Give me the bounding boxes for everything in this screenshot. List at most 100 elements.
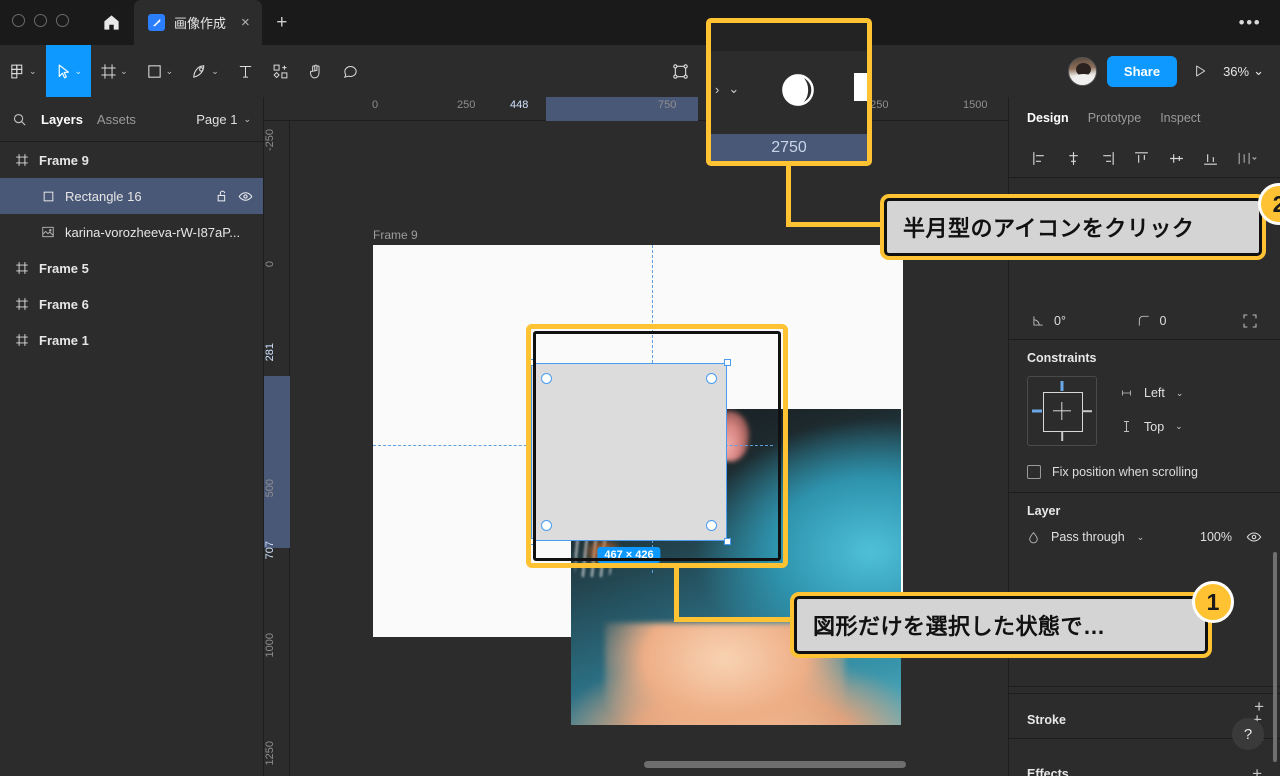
right-panel-scrollbar[interactable] xyxy=(1273,552,1277,762)
share-button[interactable]: Share xyxy=(1106,55,1178,87)
corner-radius-handle-top-right[interactable] xyxy=(706,373,717,384)
tab-inspect[interactable]: Inspect xyxy=(1160,111,1200,125)
home-icon xyxy=(102,13,121,32)
zoom-control[interactable]: 36% ⌄ xyxy=(1223,63,1266,79)
text-icon xyxy=(237,63,254,80)
align-horizontal-center-icon[interactable] xyxy=(1065,150,1082,167)
corner-radius-field[interactable]: 0 xyxy=(1137,314,1243,328)
image-icon xyxy=(38,225,58,239)
resize-handle-top-left[interactable] xyxy=(527,359,534,366)
effects-section-header[interactable]: Effects + xyxy=(1009,751,1280,776)
blend-mode-row[interactable]: Pass through ⌄ 100% xyxy=(1027,529,1262,545)
resize-handle-bottom-right[interactable] xyxy=(724,538,731,545)
layer-row-rectangle-16[interactable]: Rectangle 16 xyxy=(0,178,263,214)
text-tool[interactable] xyxy=(228,45,263,97)
home-button[interactable] xyxy=(88,0,134,45)
comment-icon xyxy=(342,63,359,80)
vertical-ruler[interactable]: -250 0 281 500 707 1000 1250 xyxy=(264,121,290,776)
chevron-down-icon[interactable]: ⌄ xyxy=(29,66,37,77)
eye-icon[interactable] xyxy=(238,189,253,204)
ruler-tick: 1500 xyxy=(963,99,988,111)
titlebar-more-menu[interactable]: ••• xyxy=(1228,0,1272,45)
hand-icon xyxy=(307,63,324,80)
frame-label[interactable]: Frame 9 xyxy=(373,228,418,242)
shape-tool[interactable]: ⌄ xyxy=(137,45,183,97)
comment-tool[interactable] xyxy=(333,45,368,97)
fix-position-checkbox[interactable] xyxy=(1027,465,1041,479)
rectangle-icon xyxy=(38,190,58,203)
distribute-icon[interactable] xyxy=(1236,150,1258,167)
constraint-arm-top[interactable] xyxy=(1060,381,1064,391)
present-button[interactable] xyxy=(1187,63,1213,79)
close-icon[interactable]: × xyxy=(241,15,250,30)
add-effect-button[interactable]: + xyxy=(1252,765,1262,776)
page-selector[interactable]: Page 1 ⌄ xyxy=(196,112,251,127)
vertical-constraint-dropdown[interactable]: Top ⌄ xyxy=(1119,419,1183,434)
left-panel-header: Layers Assets Page 1 ⌄ xyxy=(0,97,263,141)
half-moon-mask-icon[interactable] xyxy=(779,71,817,109)
window-minimize-icon[interactable] xyxy=(34,14,47,27)
new-tab-button[interactable]: + xyxy=(262,0,302,45)
constraint-picker[interactable] xyxy=(1027,376,1097,446)
tab-layers[interactable]: Layers xyxy=(41,112,83,127)
resources-tool[interactable] xyxy=(263,45,298,97)
corner-radius-handle-bottom-right[interactable] xyxy=(706,520,717,531)
align-right-icon[interactable] xyxy=(1099,150,1116,167)
layer-row-frame-6[interactable]: Frame 6 xyxy=(0,286,263,322)
align-bottom-icon[interactable] xyxy=(1202,150,1219,167)
help-button[interactable]: ? xyxy=(1232,718,1264,750)
corner-radius-handle-bottom-left[interactable] xyxy=(541,520,552,531)
align-left-icon[interactable] xyxy=(1031,150,1048,167)
layer-row-image[interactable]: karina-vorozheeva-rW-I87aP... xyxy=(0,214,263,250)
layer-row-frame-5[interactable]: Frame 5 xyxy=(0,250,263,286)
tab-prototype[interactable]: Prototype xyxy=(1088,111,1142,125)
horizontal-constraint-dropdown[interactable]: Left ⌄ xyxy=(1119,386,1183,400)
hand-tool[interactable] xyxy=(298,45,333,97)
horizontal-ruler[interactable]: 0 250 448 750 1250 1500 xyxy=(264,97,1008,121)
rotation-field[interactable]: 0° xyxy=(1031,314,1137,328)
resize-handle-top-right[interactable] xyxy=(724,359,731,366)
fix-position-row[interactable]: Fix position when scrolling xyxy=(1027,465,1262,479)
chevron-down-icon[interactable]: ⌄ xyxy=(166,66,174,77)
menu-tool[interactable]: ⌄ xyxy=(0,45,46,97)
search-icon[interactable] xyxy=(12,112,27,127)
layer-row-frame-9[interactable]: Frame 9 xyxy=(0,142,263,178)
leader-line-2-vertical xyxy=(786,166,791,226)
constraint-arm-bottom[interactable] xyxy=(1061,431,1063,441)
window-controls[interactable] xyxy=(12,14,69,27)
chevron-down-icon[interactable]: ⌄ xyxy=(75,66,83,77)
chevron-down-icon[interactable]: ⌄ xyxy=(211,66,219,77)
corner-radius-handle-top-left[interactable] xyxy=(541,373,552,384)
unlock-icon[interactable] xyxy=(216,189,229,203)
ruler-tick: -250 xyxy=(264,129,276,152)
move-tool[interactable]: ⌄ xyxy=(45,45,92,97)
constraint-arm-right[interactable] xyxy=(1082,410,1092,412)
selected-rectangle[interactable]: 467 × 426 xyxy=(527,359,731,563)
opacity-value[interactable]: 100% xyxy=(1200,530,1232,544)
window-close-icon[interactable] xyxy=(12,14,25,27)
stroke-title: Stroke xyxy=(1027,712,1066,727)
constraint-arm-left[interactable] xyxy=(1032,409,1042,413)
chevron-down-icon[interactable]: ⌄ xyxy=(1253,63,1264,79)
tab-image-creation[interactable]: 画像作成 × xyxy=(134,0,262,45)
canvas-horizontal-scrollbar[interactable] xyxy=(644,761,906,768)
avatar[interactable] xyxy=(1067,56,1097,86)
align-top-icon[interactable] xyxy=(1133,150,1150,167)
components-icon xyxy=(272,63,289,80)
rectangle-icon xyxy=(146,63,163,80)
tab-assets[interactable]: Assets xyxy=(97,112,136,127)
independent-corners-icon[interactable] xyxy=(1242,313,1258,329)
eye-icon[interactable] xyxy=(1246,529,1262,545)
mask-tool[interactable] xyxy=(664,45,696,97)
resize-handle-bottom-left[interactable] xyxy=(527,538,534,545)
chevron-down-icon[interactable]: ⌄ xyxy=(120,66,128,77)
frame-tool[interactable]: ⌄ xyxy=(91,45,137,97)
layer-name: Rectangle 16 xyxy=(65,188,142,204)
window-maximize-icon[interactable] xyxy=(56,14,69,27)
pen-tool[interactable]: ⌄ xyxy=(182,45,228,97)
align-vertical-center-icon[interactable] xyxy=(1168,150,1185,167)
layer-row-frame-1[interactable]: Frame 1 xyxy=(0,322,263,358)
constraint-center-icon xyxy=(1053,402,1071,420)
tab-design[interactable]: Design xyxy=(1027,111,1069,125)
pen-icon xyxy=(191,63,208,80)
